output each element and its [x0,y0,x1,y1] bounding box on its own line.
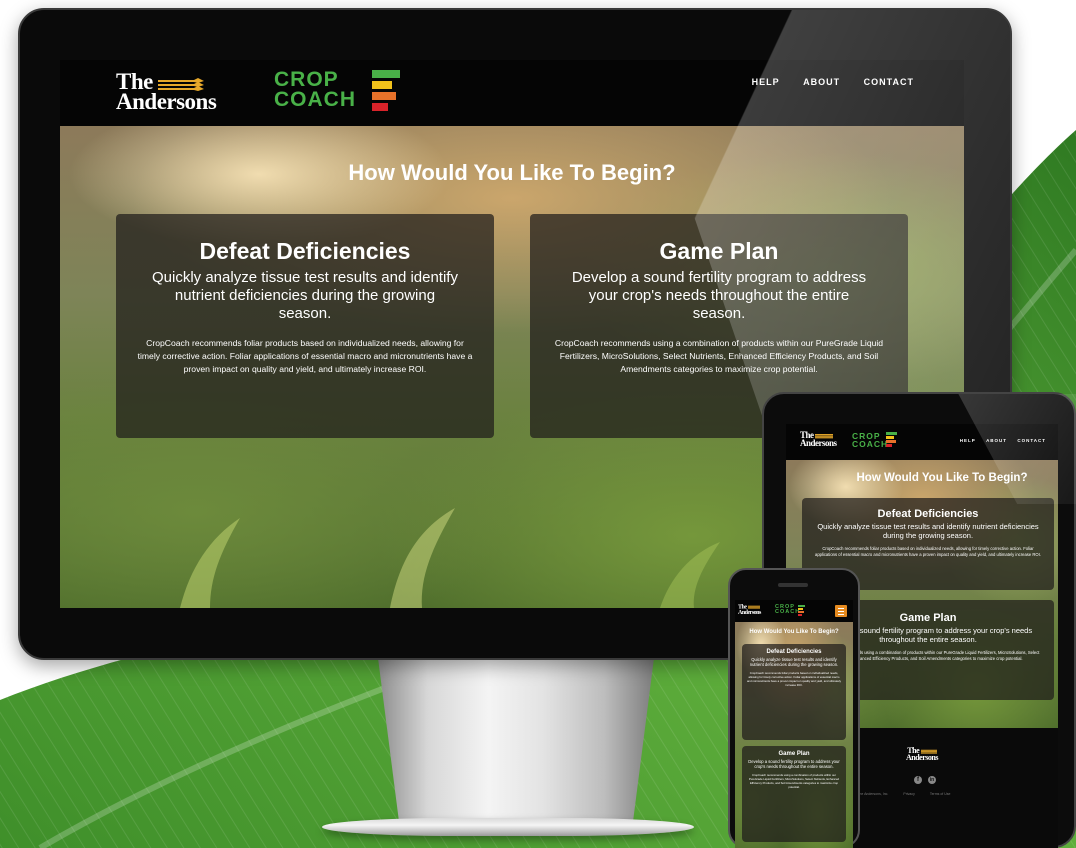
logo-text-andersons: Andersons [906,752,938,762]
andersons-logo[interactable]: The Andersons [738,604,761,616]
logo-text-coach: COACH [274,87,356,111]
card-title: Game Plan [659,238,779,264]
facebook-icon[interactable]: f [914,776,922,784]
cropcoach-logo[interactable]: CROP COACH [274,69,356,111]
mockup-stage: How Would You Like To Begin? Defeat Defi… [0,0,1076,848]
phone-speaker [778,583,808,587]
imac-foot [322,818,694,836]
nav-help-link[interactable]: HELP [752,77,780,87]
card-body: CropCoach recommends foliar products bas… [137,338,473,374]
nav-contact-link[interactable]: CONTACT [864,77,914,87]
cropcoach-bars-icon [372,70,400,111]
card-body: CropCoach recommends using a combination… [748,773,840,789]
andersons-logo[interactable]: The Andersons [800,431,837,448]
nav-help-link[interactable]: HELP [960,438,976,443]
card-title: Game Plan [778,751,810,757]
footer-terms-link[interactable]: Terms of Use [930,792,951,796]
cropcoach-bars-icon [886,432,897,447]
logo-text-andersons: Andersons [738,609,761,616]
page-headline: How Would You Like To Begin? [856,472,1028,484]
card-defeat-deficiencies[interactable]: Defeat Deficiencies Quickly analyze tiss… [742,644,846,740]
hamburger-menu-icon[interactable] [835,605,847,617]
page-headline: How Would You Like To Begin? [348,160,676,185]
wheat-icon [747,605,760,609]
linkedin-icon[interactable]: in [928,776,936,784]
page-headline: How Would You Like To Begin? [749,629,839,635]
logo-text-andersons: Andersons [116,88,217,114]
cropcoach-logo[interactable]: CROP COACH [852,432,889,450]
card-body: CropCoach recommends using a combination… [554,338,884,374]
imac-stand [378,658,654,830]
top-navigation: The Andersons CROP COACH [60,60,964,126]
nav-contact-link[interactable]: CONTACT [1017,438,1046,443]
card-subtitle: Quickly analyze tissue test results and … [152,269,458,322]
logo-text-andersons: Andersons [800,437,837,448]
card-defeat-deficiencies[interactable]: Defeat Deficiencies Quickly analyze tiss… [116,214,494,438]
card-title: Defeat Deficiencies [877,508,979,520]
card-subtitle: Develop a sound fertility program to add… [748,759,840,769]
card-subtitle: Quickly analyze tissue test results and … [817,522,1039,540]
card-subtitle: Develop a sound fertility program to add… [571,269,867,322]
logo-text-coach: COACH [852,439,889,450]
hero-background: How Would You Like To Begin? Defeat Defi… [735,622,853,848]
card-game-plan[interactable]: Game Plan Develop a sound fertility prog… [742,746,846,842]
card-body: CropCoach recommends foliar products bas… [746,671,842,687]
nav-about-link[interactable]: ABOUT [803,77,840,87]
card-title: Defeat Deficiencies [199,238,411,264]
phone-screen: How Would You Like To Begin? Defeat Defi… [735,600,853,848]
top-navigation: The Andersons CROP COACH HELP ABOUT CONT… [786,424,1058,460]
card-body: CropCoach recommends foliar products bas… [814,546,1041,557]
footer-links: ©2018 The Andersons, Inc. Privacy Terms … [846,792,950,796]
nav-links: HELP ABOUT CONTACT [960,438,1046,443]
cropcoach-bars-icon [798,605,805,616]
card-subtitle: Quickly analyze tissue test results and … [749,657,839,667]
andersons-logo[interactable]: The Andersons [116,70,217,114]
nav-links: HELP ABOUT CONTACT [752,77,914,87]
logo-text-coach: COACH [775,609,801,616]
footer-privacy-link[interactable]: Privacy [903,792,914,796]
top-navigation: The Andersons CROP COACH [735,600,853,622]
cropcoach-logo[interactable]: CROP COACH [775,604,801,616]
footer-andersons-logo[interactable]: The Andersons [906,747,938,762]
nav-about-link[interactable]: ABOUT [986,438,1007,443]
card-title: Defeat Deficiencies [766,649,822,655]
